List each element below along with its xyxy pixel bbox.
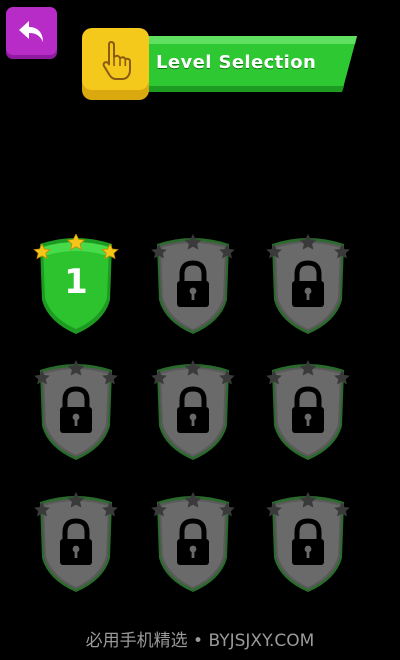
level-button-8[interactable] [147, 492, 239, 596]
level-button-6[interactable] [262, 360, 354, 464]
back-arrow-icon [18, 21, 43, 42]
watermark-text: 必用手机精选 • BYJSJXY.COM [85, 631, 315, 651]
level-button-9[interactable] [262, 492, 354, 596]
page-title: Level Selection [156, 52, 317, 73]
level-number: 1 [64, 262, 88, 302]
level-button-7[interactable] [30, 492, 122, 596]
hand-badge [81, 28, 150, 100]
level-button-4[interactable] [30, 360, 122, 464]
level-grid: 1 [30, 233, 360, 596]
level-button-2[interactable] [147, 234, 239, 338]
level-button-5[interactable] [147, 360, 239, 464]
back-button[interactable] [6, 7, 57, 59]
level-button-3[interactable] [262, 234, 354, 338]
level-button-1[interactable]: 1 [30, 233, 122, 338]
